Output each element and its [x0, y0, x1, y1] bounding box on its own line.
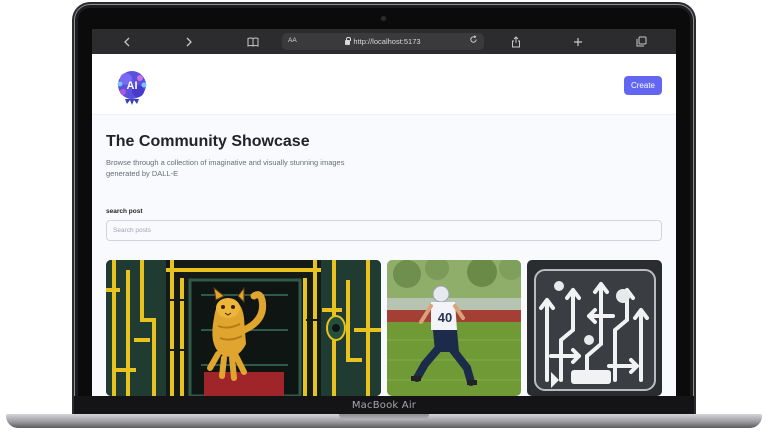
tabs-icon[interactable]: [630, 32, 652, 51]
reload-icon[interactable]: [469, 35, 478, 47]
svg-text:40: 40: [438, 310, 452, 325]
back-icon[interactable]: [116, 32, 138, 51]
cat-doorway-image[interactable]: [106, 260, 381, 396]
page-title: The Community Showcase: [106, 133, 310, 150]
search-input[interactable]: [106, 220, 662, 241]
page-subtitle: Browse through a collection of imaginati…: [106, 158, 345, 178]
base-notch: [339, 414, 429, 420]
laptop-base: [6, 414, 762, 428]
laptop-chin: MacBook Air: [74, 396, 694, 414]
reader-aa-button[interactable]: AA: [288, 37, 297, 44]
football-player-image[interactable]: 40: [387, 260, 521, 396]
search-label: search post: [106, 208, 143, 215]
lock-icon: [345, 37, 351, 45]
forward-icon[interactable]: [178, 32, 200, 51]
device-label: MacBook Air: [351, 399, 417, 411]
logo-text: AI: [127, 80, 138, 92]
share-icon[interactable]: [505, 32, 527, 51]
url-text: http://localhost:5173: [353, 37, 421, 46]
site-header: AI Create: [92, 54, 676, 115]
browser-toolbar: AA http://localhost:5173: [92, 29, 676, 54]
address-bar[interactable]: AA http://localhost:5173: [282, 33, 484, 50]
bookmarks-icon[interactable]: [242, 32, 264, 51]
laptop-screen: AA http://localhost:5173 AI Create The C…: [92, 29, 676, 396]
create-button[interactable]: Create: [624, 76, 662, 95]
ai-logo[interactable]: AI: [112, 66, 152, 106]
new-tab-icon[interactable]: [567, 32, 589, 51]
arrows-maze-image[interactable]: [527, 260, 662, 396]
camera-icon: [381, 16, 386, 21]
web-page: AI Create The Community Showcase Browse …: [92, 54, 676, 396]
